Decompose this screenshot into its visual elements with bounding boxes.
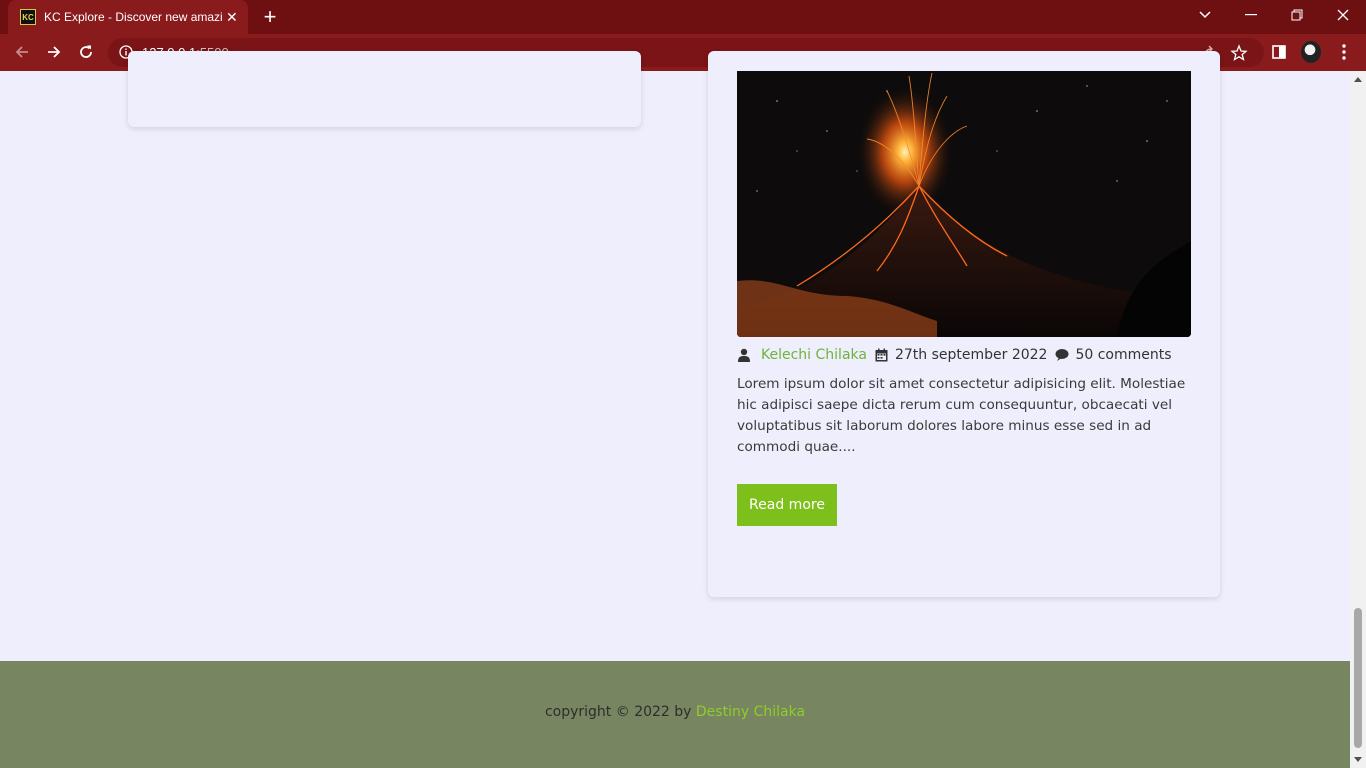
favicon-icon: KC	[20, 9, 36, 25]
back-button[interactable]	[10, 40, 34, 64]
reload-button[interactable]	[74, 40, 98, 64]
read-more-button[interactable]: Read more	[737, 484, 837, 526]
page-content: Kelechi Chilaka 27th september 2022 50 c…	[0, 51, 1350, 768]
volcano-image	[737, 71, 1191, 337]
copyright-prefix: copyright © 2022 by	[544, 704, 696, 720]
post-excerpt: Lorem ipsum dolor sit amet consectetur a…	[737, 376, 1186, 455]
browser-tab[interactable]: KC KC Explore - Discover new amazing ✕	[8, 0, 248, 34]
post-date: 27th september 2022	[894, 347, 1048, 363]
post-comments[interactable]: 50 comments	[1075, 347, 1171, 363]
forward-button[interactable]	[42, 40, 66, 64]
blog-card: Kelechi Chilaka 27th september 2022 50 c…	[708, 51, 1220, 597]
post-meta: Kelechi Chilaka 27th september 2022 50 c…	[737, 345, 1197, 365]
user-icon	[737, 348, 751, 362]
calendar-icon	[875, 348, 889, 362]
tab-close-icon[interactable]: ✕	[226, 9, 238, 26]
footer-author-link[interactable]: Destiny Chilaka	[696, 704, 805, 720]
new-tab-button[interactable]: +	[258, 5, 282, 29]
scroll-thumb[interactable]	[1354, 608, 1362, 748]
minimize-button[interactable]	[1228, 0, 1274, 30]
restore-button[interactable]	[1274, 0, 1320, 30]
side-panel-icon[interactable]	[1269, 42, 1289, 62]
profile-avatar[interactable]	[1301, 41, 1321, 63]
copyright-text: copyright © 2022 by Destiny Chilaka	[0, 704, 1350, 720]
scroll-up-icon[interactable]	[1350, 71, 1366, 87]
page-scrollbar[interactable]	[1350, 71, 1366, 768]
menu-kebab-icon[interactable]	[1334, 42, 1354, 62]
bookmark-star-icon[interactable]	[1230, 44, 1248, 62]
scroll-down-icon[interactable]	[1350, 752, 1366, 768]
post-author-link[interactable]: Kelechi Chilaka	[761, 347, 867, 363]
footer: copyright © 2022 by Destiny Chilaka	[0, 661, 1350, 768]
blog-card-left	[128, 51, 641, 127]
close-window-button[interactable]	[1320, 0, 1366, 30]
comment-icon	[1055, 348, 1069, 362]
tab-search-icon[interactable]	[1182, 0, 1228, 30]
tab-title: KC Explore - Discover new amazing	[44, 10, 222, 24]
avatar	[1301, 41, 1321, 63]
browser-titlebar: KC KC Explore - Discover new amazing ✕ +	[0, 0, 1366, 34]
